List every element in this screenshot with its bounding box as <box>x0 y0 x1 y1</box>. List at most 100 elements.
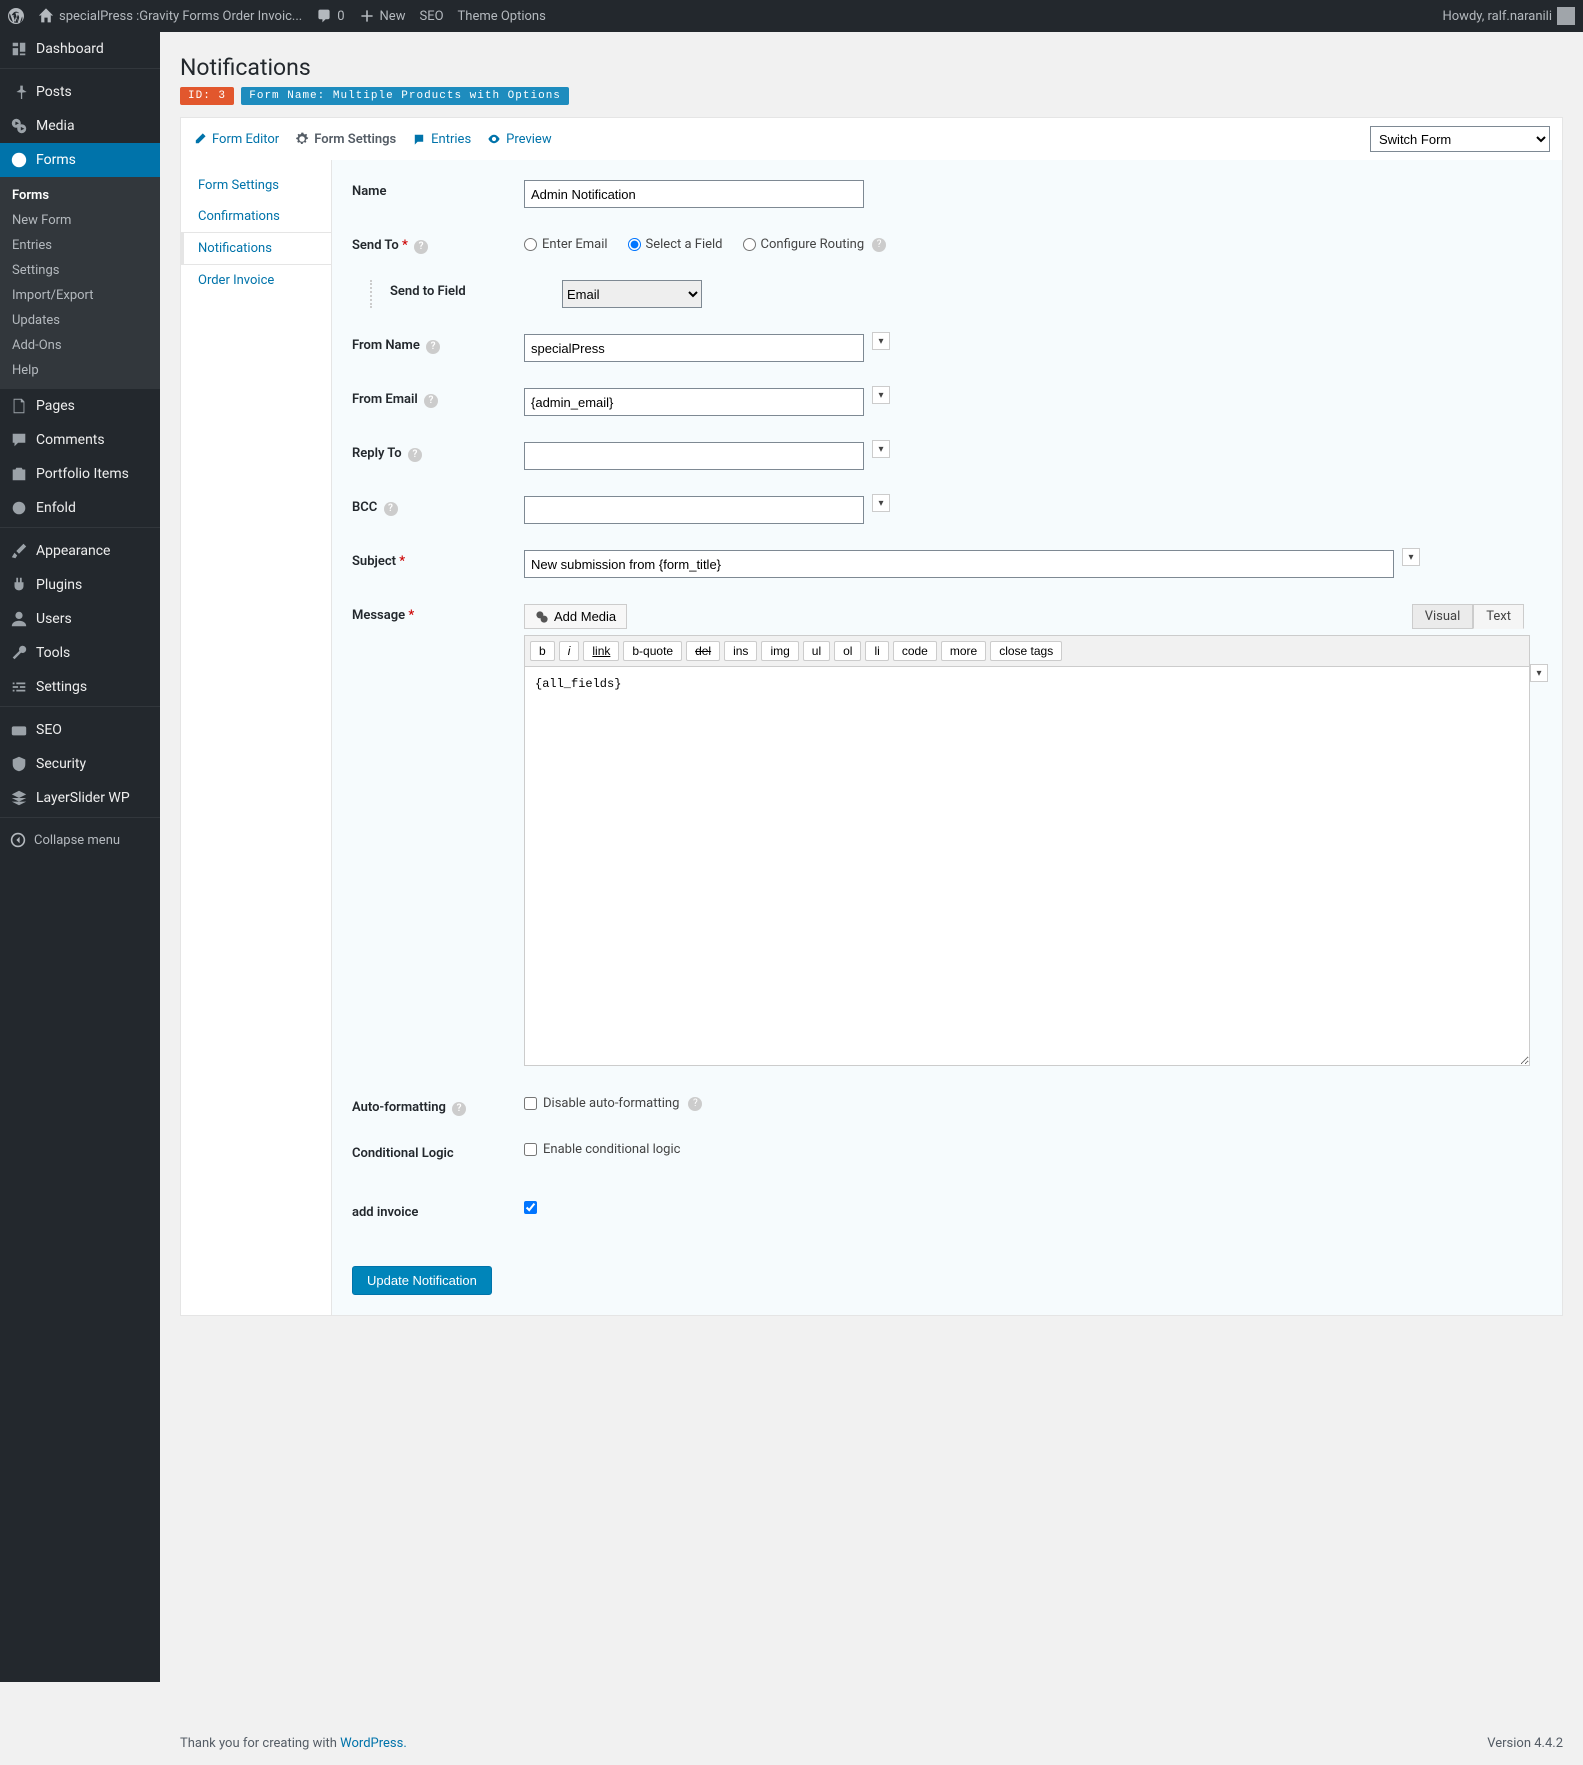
sendto-routing[interactable]: Configure Routing ? <box>743 237 887 252</box>
merge-tag-icon[interactable]: ▾ <box>872 494 890 512</box>
menu-forms[interactable]: Forms <box>0 143 160 177</box>
menu-seo[interactable]: SEO <box>0 713 160 747</box>
ed-bold[interactable]: b <box>530 641 555 661</box>
ed-ul[interactable]: ul <box>803 641 830 661</box>
autoformat-checkbox[interactable] <box>524 1097 537 1110</box>
subject-input[interactable] <box>524 550 1394 578</box>
reply-to-label: Reply To ? <box>352 442 524 462</box>
entries-icon <box>412 132 426 146</box>
add-media-button[interactable]: Add Media <box>524 604 627 629</box>
add-invoice-checkbox[interactable] <box>524 1201 537 1214</box>
sendto-enter-email[interactable]: Enter Email <box>524 237 608 252</box>
ed-close-tags[interactable]: close tags <box>990 641 1062 661</box>
plus-icon <box>359 8 375 24</box>
menu-settings[interactable]: Settings <box>0 670 160 704</box>
ed-ol[interactable]: ol <box>834 641 861 661</box>
merge-tag-icon[interactable]: ▾ <box>1530 664 1548 682</box>
toolbar-entries[interactable]: Entries <box>412 132 471 147</box>
merge-tag-icon[interactable]: ▾ <box>1402 548 1420 566</box>
menu-media[interactable]: Media <box>0 109 160 143</box>
help-icon[interactable]: ? <box>688 1097 702 1111</box>
media-icon <box>10 117 28 135</box>
merge-tag-icon[interactable]: ▾ <box>872 386 890 404</box>
home-icon <box>38 8 54 24</box>
submenu-new-form[interactable]: New Form <box>0 208 160 233</box>
admin-bar: specialPress :Gravity Forms Order Invoic… <box>0 0 1583 32</box>
help-icon[interactable]: ? <box>424 394 438 408</box>
form-id-badge: ID: 3 <box>180 87 234 105</box>
editor-tab-text[interactable]: Text <box>1473 604 1524 629</box>
nav-confirmations[interactable]: Confirmations <box>181 201 331 232</box>
submenu-help[interactable]: Help <box>0 358 160 383</box>
help-icon[interactable]: ? <box>872 238 886 252</box>
menu-posts[interactable]: Posts <box>0 75 160 109</box>
from-name-input[interactable] <box>524 334 864 362</box>
ed-code[interactable]: code <box>893 641 937 661</box>
menu-users[interactable]: Users <box>0 602 160 636</box>
nav-order-invoice[interactable]: Order Invoice <box>181 265 331 296</box>
submenu-forms[interactable]: Forms <box>0 183 160 208</box>
ed-italic[interactable]: i <box>559 641 580 661</box>
menu-pages[interactable]: Pages <box>0 389 160 423</box>
menu-security[interactable]: Security <box>0 747 160 781</box>
ed-del[interactable]: del <box>686 641 720 661</box>
reply-to-input[interactable] <box>524 442 864 470</box>
new-link[interactable]: New <box>359 8 406 24</box>
help-icon[interactable]: ? <box>452 1102 466 1116</box>
switch-form-select[interactable]: Switch Form <box>1370 126 1550 152</box>
from-email-input[interactable] <box>524 388 864 416</box>
submenu-addons[interactable]: Add-Ons <box>0 333 160 358</box>
ed-link[interactable]: link <box>583 641 619 661</box>
help-icon[interactable]: ? <box>414 240 428 254</box>
toolbar-form-editor[interactable]: Form Editor <box>193 132 279 147</box>
layers-icon <box>10 789 28 807</box>
submenu-import-export[interactable]: Import/Export <box>0 283 160 308</box>
merge-tag-icon[interactable]: ▾ <box>872 440 890 458</box>
settings-nav: Form Settings Confirmations Notification… <box>181 160 331 1315</box>
eye-icon <box>487 132 501 146</box>
menu-dashboard[interactable]: Dashboard <box>0 32 160 66</box>
help-icon[interactable]: ? <box>426 340 440 354</box>
comments-link[interactable]: 0 <box>316 8 344 24</box>
menu-appearance[interactable]: Appearance <box>0 534 160 568</box>
shield-icon <box>10 755 28 773</box>
from-name-label: From Name ? <box>352 334 524 354</box>
toolbar-form-settings[interactable]: Form Settings <box>295 132 396 147</box>
menu-comments[interactable]: Comments <box>0 423 160 457</box>
ed-li[interactable]: li <box>865 641 888 661</box>
submenu-entries[interactable]: Entries <box>0 233 160 258</box>
editor-tab-visual[interactable]: Visual <box>1412 604 1474 629</box>
nav-form-settings[interactable]: Form Settings <box>181 170 331 201</box>
merge-tag-icon[interactable]: ▾ <box>872 332 890 350</box>
menu-plugins[interactable]: Plugins <box>0 568 160 602</box>
wp-logo[interactable] <box>8 8 24 24</box>
name-input[interactable] <box>524 180 864 208</box>
ed-img[interactable]: img <box>761 641 798 661</box>
bcc-input[interactable] <box>524 496 864 524</box>
tools-icon <box>10 644 28 662</box>
ed-bquote[interactable]: b-quote <box>623 641 682 661</box>
ed-ins[interactable]: ins <box>724 641 757 661</box>
conditional-checkbox[interactable] <box>524 1143 537 1156</box>
site-link[interactable]: specialPress :Gravity Forms Order Invoic… <box>38 8 302 24</box>
menu-portfolio[interactable]: Portfolio Items <box>0 457 160 491</box>
ed-more[interactable]: more <box>941 641 986 661</box>
submenu-settings[interactable]: Settings <box>0 258 160 283</box>
toolbar-preview[interactable]: Preview <box>487 132 551 147</box>
menu-layerslider[interactable]: LayerSlider WP <box>0 781 160 815</box>
nav-notifications[interactable]: Notifications <box>181 232 332 265</box>
menu-tools[interactable]: Tools <box>0 636 160 670</box>
message-textarea[interactable] <box>524 666 1530 1066</box>
wordpress-link[interactable]: WordPress. <box>340 1736 407 1751</box>
theme-options-link[interactable]: Theme Options <box>458 9 546 24</box>
help-icon[interactable]: ? <box>384 502 398 516</box>
seo-link[interactable]: SEO <box>419 9 443 24</box>
update-notification-button[interactable]: Update Notification <box>352 1266 492 1295</box>
submenu-updates[interactable]: Updates <box>0 308 160 333</box>
howdy-link[interactable]: Howdy, ralf.naranili <box>1442 7 1575 25</box>
send-to-field-select[interactable]: Email <box>562 280 702 308</box>
help-icon[interactable]: ? <box>408 448 422 462</box>
sendto-select-field[interactable]: Select a Field <box>628 237 723 252</box>
menu-enfold[interactable]: Enfold <box>0 491 160 525</box>
collapse-menu[interactable]: Collapse menu <box>0 824 160 856</box>
